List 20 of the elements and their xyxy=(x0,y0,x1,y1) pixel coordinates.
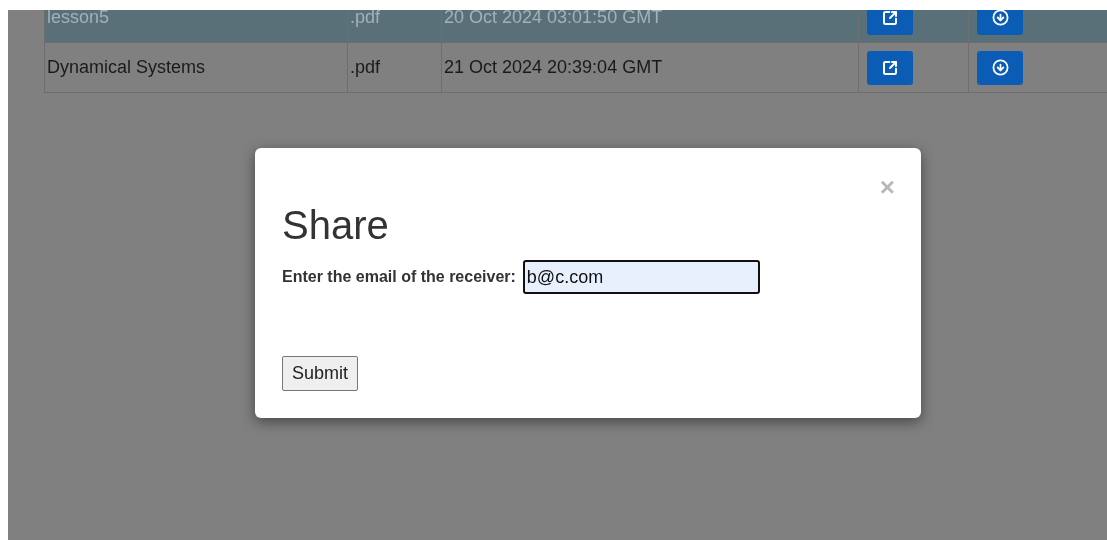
table-row[interactable]: Dynamical Systems .pdf 21 Oct 2024 20:39:04 GMT xyxy=(45,43,1107,93)
download-icon xyxy=(991,59,1009,76)
table-cell: Dynamical Systems xyxy=(45,43,348,92)
dialog-title: Share xyxy=(282,202,390,248)
download-button[interactable] xyxy=(977,10,1023,35)
submit-button[interactable]: Submit xyxy=(282,356,359,391)
table-row[interactable]: lesson5 .pdf 20 Oct 2024 03:01:50 GMT xyxy=(45,10,1107,43)
table-cell: 20 Oct 2024 03:01:50 GMT xyxy=(442,10,859,42)
download-button[interactable] xyxy=(977,50,1023,85)
email-field[interactable]: b@c.com xyxy=(522,260,760,294)
share-button[interactable] xyxy=(867,10,913,35)
table-cell: lesson5 xyxy=(45,10,348,42)
email-label: Enter the email of the receiver: xyxy=(282,268,516,286)
table-cell: .pdf xyxy=(348,10,442,42)
share-button[interactable] xyxy=(867,50,913,85)
download-icon xyxy=(991,10,1009,26)
share-icon xyxy=(882,59,898,76)
table-cell: .pdf xyxy=(348,43,442,92)
table-cell: 21 Oct 2024 20:39:04 GMT xyxy=(442,43,859,92)
share-icon xyxy=(882,10,898,26)
